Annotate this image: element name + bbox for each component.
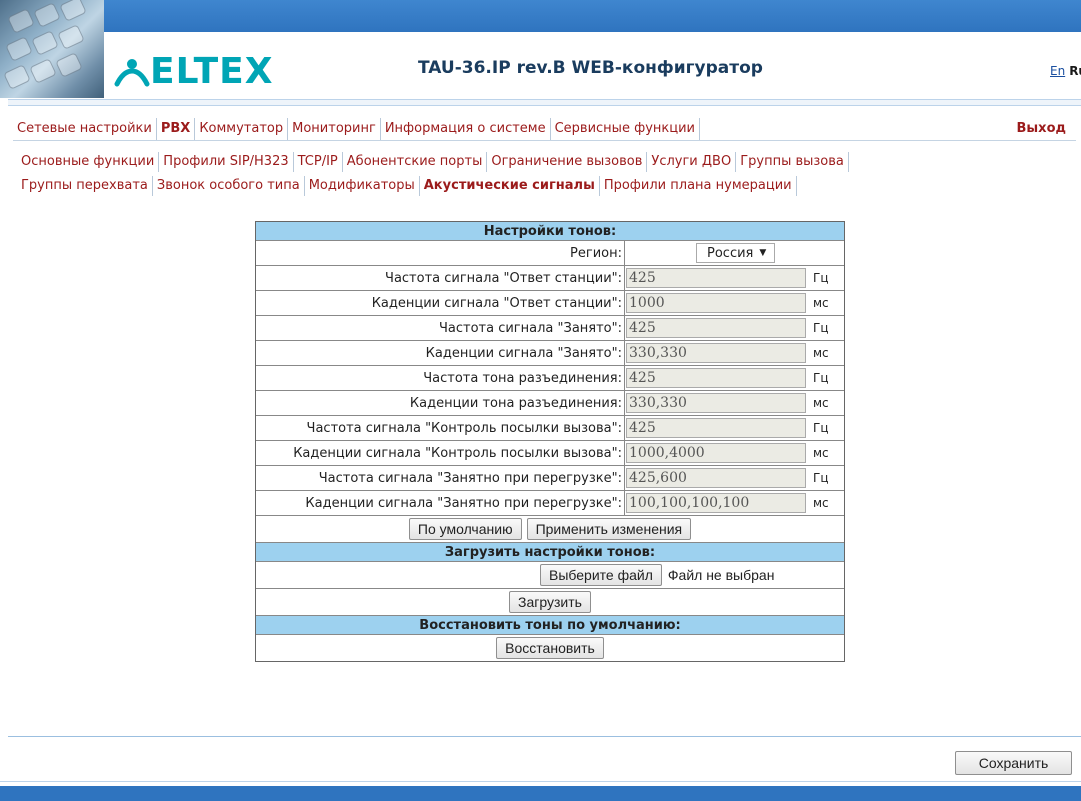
menu-network[interactable]: Сетевые настройки: [13, 118, 157, 140]
submenu-row-2: Группы перехвата Звонок особого типа Мод…: [17, 176, 797, 196]
region-select[interactable]: Россия ▼: [696, 243, 775, 263]
submenu-dialplan-profiles[interactable]: Профили плана нумерации: [600, 176, 797, 196]
language-switch: En Ru: [1050, 64, 1081, 78]
tones-panel: Настройки тонов: Регион: Россия ▼ Частот…: [255, 221, 845, 662]
tone-input[interactable]: 425: [626, 268, 806, 288]
restore-actions: Восстановить: [256, 634, 844, 661]
logo-text: ELTEX: [150, 51, 274, 92]
tone-row: Частота тона разъединения: 425 Гц: [256, 365, 844, 390]
tone-input[interactable]: 100,100,100,100: [626, 493, 806, 513]
chevron-down-icon: ▼: [759, 248, 767, 258]
tone-row: Частота сигнала "Занятно при перегрузке"…: [256, 465, 844, 490]
tone-label: Частота сигнала "Контроль посылки вызова…: [256, 416, 625, 440]
tone-unit: мс: [813, 496, 829, 510]
restore-button[interactable]: Восстановить: [496, 637, 604, 659]
tone-unit: Гц: [813, 321, 829, 335]
tone-input[interactable]: 1000: [626, 293, 806, 313]
exit-link[interactable]: Выход: [1013, 118, 1070, 140]
tone-row: Частота сигнала "Контроль посылки вызова…: [256, 415, 844, 440]
upload-header: Загрузить настройки тонов:: [256, 542, 844, 561]
tone-input[interactable]: 425: [626, 318, 806, 338]
tone-input[interactable]: 330,330: [626, 393, 806, 413]
tone-unit: мс: [813, 396, 829, 410]
submenu-row-1: Основные функции Профили SIP/H323 TCP/IP…: [17, 152, 849, 172]
submenu-subscriber-ports[interactable]: Абонентские порты: [343, 152, 488, 172]
default-button[interactable]: По умолчанию: [408, 518, 522, 540]
page-title: TAU-36.IP rev.B WEB-конфигуратор: [418, 58, 763, 78]
menu-system-info[interactable]: Информация о системе: [381, 118, 551, 140]
submenu-sip-profiles[interactable]: Профили SIP/H323: [159, 152, 294, 172]
menu-pbx[interactable]: PBX: [157, 118, 196, 140]
tone-row: Каденции сигнала "Контроль посылки вызов…: [256, 440, 844, 465]
tones-header: Настройки тонов:: [256, 222, 844, 240]
tone-input[interactable]: 330,330: [626, 343, 806, 363]
submenu-tones[interactable]: Акустические сигналы: [420, 176, 600, 196]
eltex-logo-icon: [114, 59, 150, 87]
tones-actions: По умолчанию Применить изменения: [256, 515, 844, 542]
bottom-bar: [0, 786, 1081, 801]
no-file-text: Файл не выбран: [667, 567, 775, 583]
tone-row: Каденции сигнала "Занятно при перегрузке…: [256, 490, 844, 515]
submenu-services[interactable]: Услуги ДВО: [647, 152, 737, 172]
lang-en-link[interactable]: En: [1050, 64, 1065, 78]
tone-input[interactable]: 425: [626, 418, 806, 438]
tone-label: Частота тона разъединения:: [256, 366, 625, 390]
upload-button[interactable]: Загрузить: [509, 591, 591, 613]
submenu-call-groups[interactable]: Группы вызова: [736, 152, 849, 172]
tone-input[interactable]: 425: [626, 368, 806, 388]
tone-input[interactable]: 1000,4000: [626, 443, 806, 463]
tone-unit: Гц: [813, 421, 829, 435]
tone-label: Частота сигнала "Ответ станции":: [256, 266, 625, 290]
tone-label: Каденции тона разъединения:: [256, 391, 625, 415]
tone-label: Каденции сигнала "Ответ станции":: [256, 291, 625, 315]
lang-ru-link[interactable]: Ru: [1069, 64, 1081, 78]
tone-unit: Гц: [813, 471, 829, 485]
tone-unit: Гц: [813, 371, 829, 385]
tone-input[interactable]: 425,600: [626, 468, 806, 488]
menu-monitoring[interactable]: Мониторинг: [288, 118, 381, 140]
submenu-modifiers[interactable]: Модификаторы: [305, 176, 420, 196]
save-button[interactable]: Сохранить: [955, 751, 1072, 775]
file-row: Выберите файл Файл не выбран: [256, 561, 844, 588]
tone-unit: мс: [813, 446, 829, 460]
tone-label: Каденции сигнала "Занятно при перегрузке…: [256, 491, 625, 515]
eltex-logo: ELTEX: [114, 52, 273, 92]
apply-button[interactable]: Применить изменения: [526, 518, 692, 540]
main-menu: Сетевые настройки PBX Коммутатор Монитор…: [13, 118, 1076, 141]
tone-unit: мс: [813, 346, 829, 360]
tone-unit: мс: [813, 296, 829, 310]
tone-row: Каденции сигнала "Ответ станции": 1000 мс: [256, 290, 844, 315]
header-divider: [8, 99, 1081, 106]
restore-header: Восстановить тоны по умолчанию:: [256, 615, 844, 634]
submenu-tcpip[interactable]: TCP/IP: [294, 152, 343, 172]
header-photo: [0, 0, 104, 98]
region-row: Регион: Россия ▼: [256, 240, 844, 265]
tone-unit: Гц: [813, 271, 829, 285]
submenu-basic-functions[interactable]: Основные функции: [17, 152, 160, 172]
tone-label: Каденции сигнала "Контроль посылки вызов…: [256, 441, 625, 465]
menu-switch[interactable]: Коммутатор: [195, 118, 289, 140]
tone-row: Каденции сигнала "Занято": 330,330 мс: [256, 340, 844, 365]
top-bar: [0, 0, 1081, 32]
tone-label: Каденции сигнала "Занято":: [256, 341, 625, 365]
tone-label: Частота сигнала "Занято":: [256, 316, 625, 340]
tone-row: Частота сигнала "Ответ станции": 425 Гц: [256, 265, 844, 290]
tone-row: Каденции тона разъединения: 330,330 мс: [256, 390, 844, 415]
tone-label: Частота сигнала "Занятно при перегрузке"…: [256, 466, 625, 490]
choose-file-button[interactable]: Выберите файл: [540, 564, 662, 586]
upload-actions: Загрузить: [256, 588, 844, 615]
menu-service[interactable]: Сервисные функции: [551, 118, 700, 140]
footer-divider: [8, 736, 1081, 737]
submenu-call-restrictions[interactable]: Ограничение вызовов: [487, 152, 648, 172]
region-value: Россия: [707, 245, 754, 261]
submenu-special-ring[interactable]: Звонок особого типа: [153, 176, 305, 196]
submenu-pickup-groups[interactable]: Группы перехвата: [17, 176, 153, 196]
tone-row: Частота сигнала "Занято": 425 Гц: [256, 315, 844, 340]
region-label: Регион:: [256, 241, 625, 265]
